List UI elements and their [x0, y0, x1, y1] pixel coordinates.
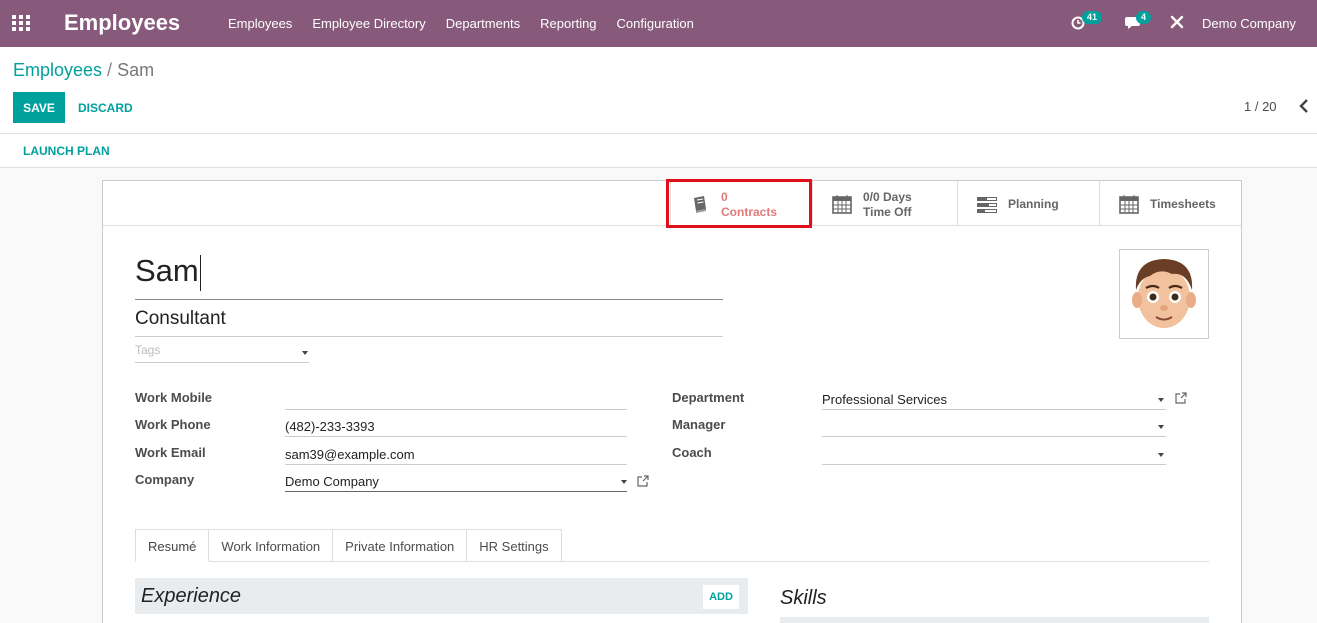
main-menu: Employees Employee Directory Departments…: [218, 0, 704, 47]
manager-select[interactable]: [822, 415, 1166, 437]
work-mobile-input[interactable]: [285, 388, 627, 410]
company-select[interactable]: Demo Company: [285, 470, 627, 492]
activity-count-badge: 41: [1082, 11, 1103, 24]
breadcrumb: Employees / Sam: [13, 60, 154, 81]
notebook-tabs: Resumé Work Information Private Informat…: [135, 529, 562, 562]
manager-label: Manager: [672, 417, 726, 432]
employee-avatar[interactable]: [1119, 249, 1209, 339]
menu-reporting[interactable]: Reporting: [530, 0, 606, 47]
work-phone-input[interactable]: (482)-233-3393: [285, 415, 627, 437]
skills-title: Skills: [780, 587, 827, 609]
pager-value[interactable]: 1 / 20: [1244, 99, 1277, 114]
department-external-link-icon[interactable]: [1175, 392, 1187, 404]
work-email-label: Work Email: [135, 445, 206, 460]
contracts-count: 0: [721, 190, 728, 204]
skills-section-header: [780, 617, 1209, 623]
work-phone-label: Work Phone: [135, 417, 211, 432]
employee-name-input[interactable]: Sam: [135, 253, 723, 300]
book-icon: [694, 196, 706, 213]
tab-private-information[interactable]: Private Information: [333, 529, 468, 562]
menu-employee-directory[interactable]: Employee Directory: [302, 0, 435, 47]
messages-icon[interactable]: 4: [1125, 11, 1152, 34]
calendar-icon: [1119, 195, 1139, 214]
contracts-stat: 0 Contracts: [721, 190, 777, 220]
apps-menu-icon[interactable]: [12, 15, 30, 31]
save-button[interactable]: SAVE: [13, 92, 65, 123]
coach-select[interactable]: [822, 443, 1166, 465]
wrench-cross-icon: [1170, 15, 1184, 29]
work-email-input[interactable]: sam39@example.com: [285, 443, 627, 465]
company-external-link-icon[interactable]: [637, 475, 649, 487]
department-label: Department: [672, 390, 745, 405]
add-experience-button[interactable]: ADD: [703, 585, 739, 609]
menu-employees[interactable]: Employees: [218, 0, 302, 47]
work-mobile-label: Work Mobile: [135, 390, 213, 405]
time-off-value: 0/0 Days: [863, 190, 912, 204]
tab-resume[interactable]: Resumé: [135, 529, 210, 562]
menu-configuration[interactable]: Configuration: [607, 0, 704, 47]
activity-icon[interactable]: 41: [1071, 11, 1103, 34]
chevron-down-icon: [1158, 398, 1164, 402]
top-navbar: Employees Employees Employee Directory D…: [0, 0, 1317, 47]
planning-tasks-icon: [977, 197, 997, 213]
time-off-smart-button[interactable]: 0/0 Days Time Off: [812, 181, 957, 226]
debug-tools-icon[interactable]: [1169, 14, 1189, 34]
planning-smart-button[interactable]: Planning: [957, 181, 1099, 226]
contracts-smart-button[interactable]: 0 Contracts: [670, 181, 812, 226]
menu-departments[interactable]: Departments: [436, 0, 530, 47]
form-statusbar: LAUNCH PLAN: [0, 134, 1317, 168]
app-title[interactable]: Employees: [64, 10, 180, 36]
contracts-label: Contracts: [721, 205, 778, 219]
chevron-down-icon: [621, 480, 627, 484]
department-select[interactable]: Professional Services: [822, 388, 1166, 410]
text-cursor: [199, 254, 201, 291]
discard-button[interactable]: DISCARD: [71, 92, 140, 123]
tags-input[interactable]: Tags: [135, 343, 309, 363]
timesheets-smart-button[interactable]: Timesheets: [1099, 181, 1241, 226]
timesheets-label: Timesheets: [1150, 197, 1216, 211]
breadcrumb-current: Sam: [117, 60, 155, 80]
chevron-left-icon: [1299, 99, 1308, 113]
department-value: Professional Services: [822, 392, 947, 407]
pager-previous-button[interactable]: [1296, 97, 1312, 115]
tab-hr-settings[interactable]: HR Settings: [467, 529, 562, 562]
company-label: Company: [135, 472, 195, 487]
breadcrumb-separator: /: [107, 60, 113, 80]
time-off-stat: 0/0 Days Time Off: [863, 190, 912, 220]
coach-label: Coach: [672, 445, 712, 460]
breadcrumb-employees[interactable]: Employees: [13, 60, 102, 80]
control-panel: Employees / Sam SAVE DISCARD 1 / 20: [0, 47, 1317, 134]
employee-name-text: Sam: [135, 253, 199, 288]
avatar-face-icon: [1132, 259, 1196, 328]
chevron-down-icon: [1158, 425, 1164, 429]
job-title-input[interactable]: Consultant: [135, 308, 723, 337]
experience-section-header: Experience ADD: [135, 578, 748, 614]
tab-work-information[interactable]: Work Information: [209, 529, 334, 562]
chevron-down-icon: [1158, 453, 1164, 457]
smart-button-box: 0 Contracts 0/0 Days Time Off Planning T…: [103, 181, 1241, 226]
time-off-label: Time Off: [863, 205, 912, 219]
tags-placeholder: Tags: [135, 343, 161, 357]
calendar-icon: [832, 195, 852, 214]
company-value: Demo Company: [285, 474, 379, 489]
planning-label: Planning: [1008, 197, 1059, 211]
chevron-down-icon: [302, 351, 308, 355]
messages-count-badge: 4: [1136, 11, 1152, 24]
company-switcher[interactable]: Demo Company: [1202, 0, 1296, 47]
launch-plan-button[interactable]: LAUNCH PLAN: [14, 134, 119, 168]
experience-title: Experience: [141, 585, 242, 607]
